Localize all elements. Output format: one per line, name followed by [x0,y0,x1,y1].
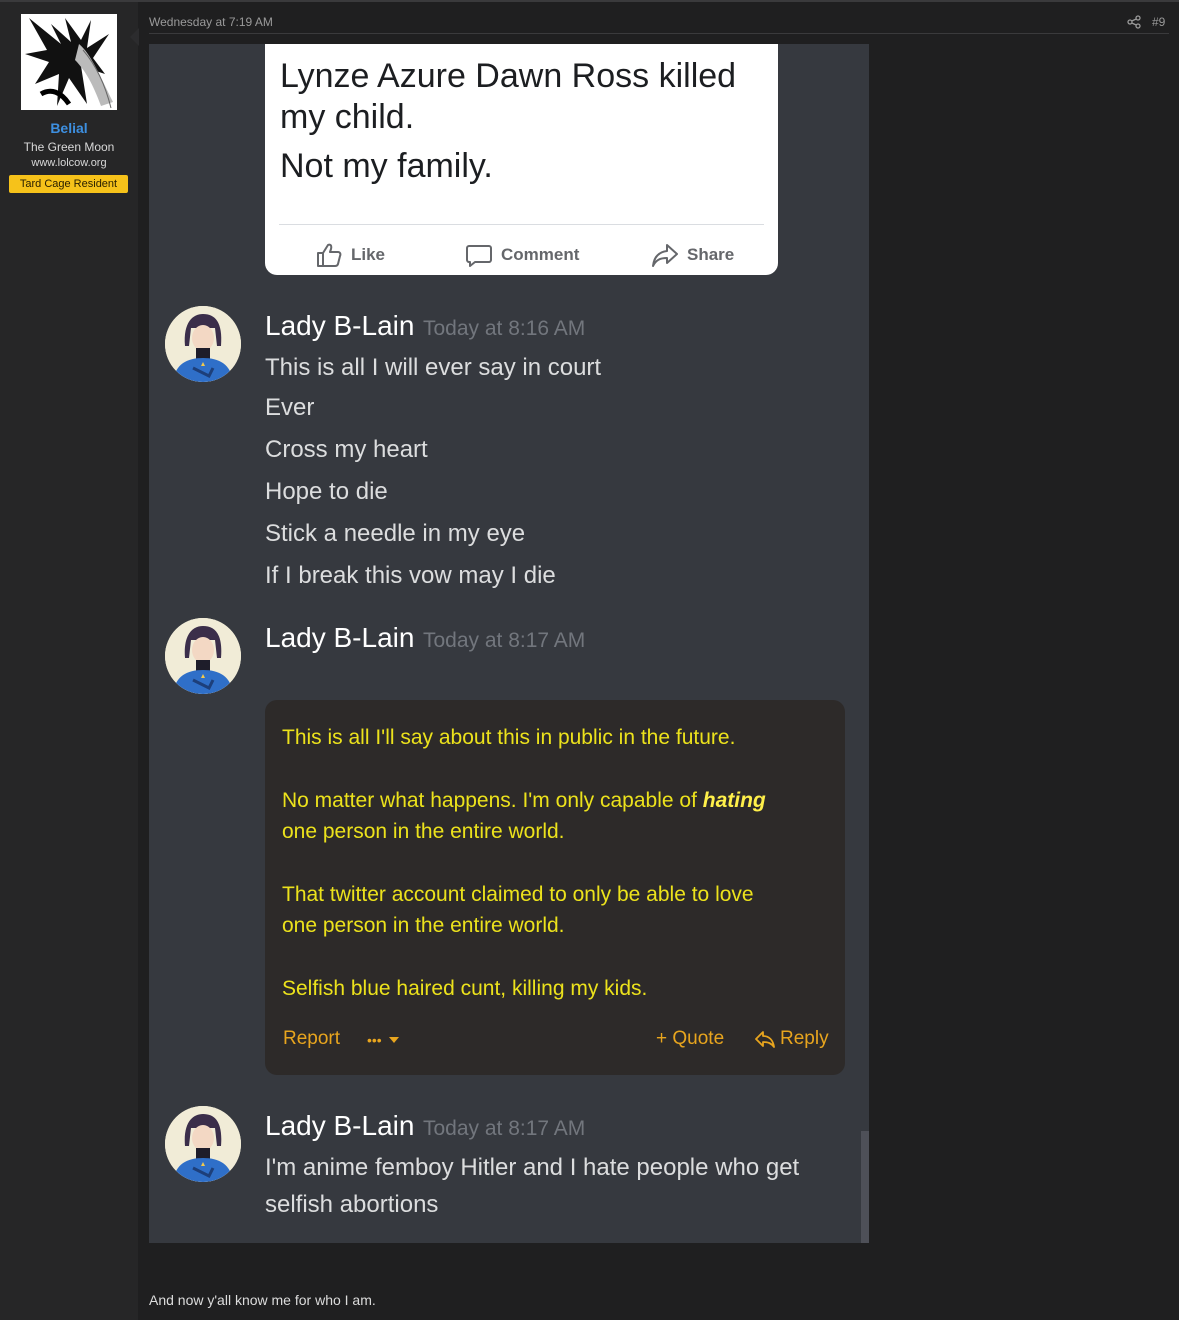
message-line: This is all I will ever say in court [265,354,602,381]
message-avatar [165,306,241,382]
quote-text: No matter what happens. I'm only capable… [282,789,703,812]
quoted-forum-post: This is all I'll say about this in publi… [265,700,845,1075]
message-author: Lady B-Lain [265,1110,415,1141]
message-line: I'm anime femboy Hitler and I hate peopl… [265,1154,800,1181]
anime-avatar-icon [165,1106,241,1182]
fb-divider [279,224,764,225]
username[interactable]: Belial [0,120,138,136]
quote-emphasis: hating [702,789,766,812]
top-border [0,0,1179,2]
message-line: If I break this vow may I die [265,562,556,589]
quote-more-menu: ••• [367,1032,400,1048]
fb-text-line: Lynze Azure Dawn Ross killed [280,57,737,95]
fb-like-label: Like [351,245,386,264]
panel-pointer [130,28,139,46]
message-timestamp: Today at 8:17 AM [423,629,586,652]
message-avatar [165,1106,241,1182]
comment-icon [466,245,492,267]
user-panel: Belial The Green Moon www.lolcow.org Tar… [0,2,139,1320]
share-arrow-icon [652,244,678,267]
user-badge: Tard Cage Resident [9,175,128,193]
more-dots-icon: ••• [367,1032,382,1048]
share-icon[interactable] [1127,15,1141,29]
user-site: www.lolcow.org [31,157,107,169]
message-timestamp: Today at 8:16 AM [423,317,586,340]
message-line: Hope to die [265,478,388,505]
post-number[interactable]: #9 [1152,15,1165,29]
screenshot-scrollbar [861,1131,869,1243]
message-timestamp: Today at 8:17 AM [423,1117,586,1140]
quote-quote-link: + Quote [656,1028,725,1049]
reply-arrow-icon [755,1031,775,1048]
fb-share-label: Share [687,245,735,264]
header-divider [149,33,1169,34]
fb-comment-label: Comment [501,245,580,264]
quote-report-link: Report [283,1028,341,1049]
fb-share-button: Share [651,240,734,270]
message-line: Cross my heart [265,436,428,463]
quote-line: That twitter account claimed to only be … [282,883,754,906]
message-line: Ever [265,394,315,421]
facebook-post-card: Lynze Azure Dawn Ross killed my child. N… [265,44,778,275]
caret-down-icon [388,1037,399,1043]
fb-text-line: my child. [280,98,415,136]
quote-line: Selfish blue haired cunt, killing my kid… [282,977,648,1000]
fb-text-line: Not my family. [280,147,493,185]
quote-line: one person in the entire world. [282,914,565,937]
post-body-text: And now y'all know me for who I am. [149,1292,376,1308]
message-author: Lady B-Lain [265,310,415,341]
message-author: Lady B-Lain [265,622,415,653]
anime-avatar-icon [165,618,241,694]
message-line: Stick a needle in my eye [265,520,526,547]
fb-like-button: Like [315,240,385,270]
user-title: The Green Moon [23,140,115,154]
quote-line: No matter what happens. I'm only capable… [282,789,766,813]
quote-line: one person in the entire world. [282,820,565,843]
thumbs-up-icon [317,243,342,267]
quote-reply-link: Reply [754,1028,829,1050]
quote-line: This is all I'll say about this in publi… [282,726,736,749]
message-avatar [165,618,241,694]
fb-comment-button: Comment [465,240,579,270]
user-avatar[interactable] [21,14,117,110]
message-line: selfish abortions [265,1191,439,1218]
reply-label: Reply [780,1028,829,1049]
anime-avatar-icon [165,306,241,382]
demon-avatar-icon [21,14,117,110]
post-date[interactable]: Wednesday at 7:19 AM [149,15,273,29]
embedded-screenshot[interactable]: Lynze Azure Dawn Ross killed my child. N… [149,44,869,1243]
